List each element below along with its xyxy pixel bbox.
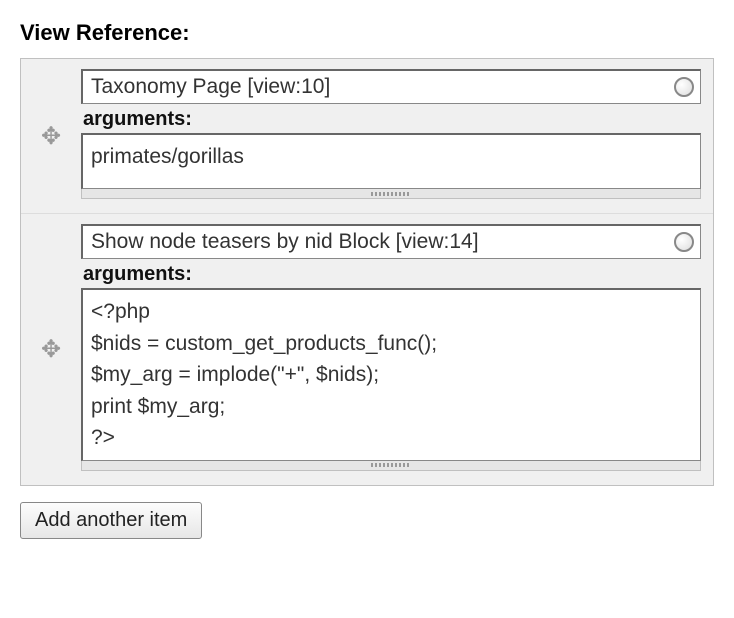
table-row: ✥ Taxonomy Page [view:10] arguments: pri…: [21, 59, 713, 213]
dropdown-indicator-icon: [674, 232, 694, 252]
content-cell: Show node teasers by nid Block [view:14]…: [81, 214, 713, 485]
resize-grip-icon[interactable]: [81, 461, 701, 471]
resize-grip-icon[interactable]: [81, 189, 701, 199]
dropdown-indicator-icon: [674, 77, 694, 97]
arguments-label: arguments:: [83, 108, 701, 131]
drag-cell: ✥: [21, 214, 81, 485]
view-selector[interactable]: Show node teasers by nid Block [view:14]: [81, 224, 701, 259]
arguments-label: arguments:: [83, 263, 701, 286]
view-selector[interactable]: Taxonomy Page [view:10]: [81, 69, 701, 104]
arguments-textarea[interactable]: <?php $nids = custom_get_products_func()…: [81, 288, 701, 461]
add-another-item-button[interactable]: Add another item: [20, 502, 202, 539]
drag-handle-icon[interactable]: ✥: [41, 335, 61, 364]
view-reference-table: ✥ Taxonomy Page [view:10] arguments: pri…: [20, 58, 714, 486]
drag-handle-icon[interactable]: ✥: [41, 122, 61, 151]
drag-cell: ✥: [21, 59, 81, 213]
arguments-textarea[interactable]: primates/gorillas: [81, 133, 701, 189]
view-selector-value: Taxonomy Page [view:10]: [91, 75, 330, 98]
content-cell: Taxonomy Page [view:10] arguments: prima…: [81, 59, 713, 213]
table-row: ✥ Show node teasers by nid Block [view:1…: [21, 213, 713, 485]
section-title: View Reference:: [20, 20, 714, 46]
view-selector-value: Show node teasers by nid Block [view:14]: [91, 230, 479, 253]
